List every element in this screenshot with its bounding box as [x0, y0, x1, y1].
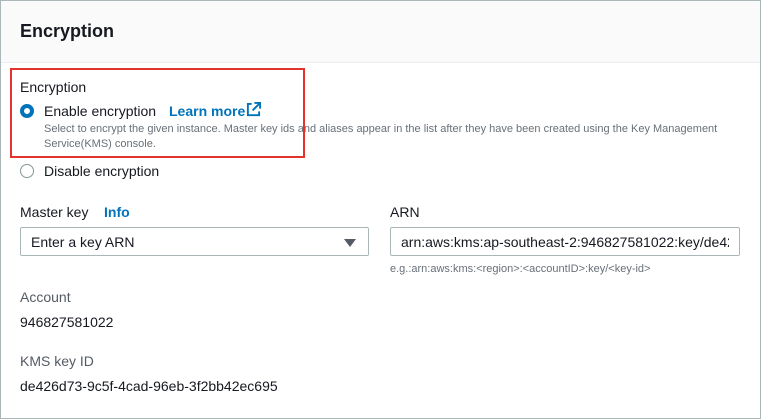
- master-key-info-link[interactable]: Info: [104, 204, 130, 220]
- master-key-select[interactable]: Enter a key ARN: [20, 227, 369, 256]
- arn-label: ARN: [390, 204, 420, 220]
- arn-input[interactable]: [390, 227, 740, 256]
- encryption-description: Select to encrypt the given instance. Ma…: [44, 123, 718, 150]
- encryption-panel: Encryption Encryption Enable encryption …: [0, 0, 761, 419]
- enable-encryption-radio[interactable]: [20, 104, 34, 118]
- panel-title: Encryption: [20, 21, 115, 41]
- enable-encryption-label[interactable]: Enable encryption: [44, 103, 156, 119]
- disable-encryption-label[interactable]: Disable encryption: [44, 163, 159, 179]
- learn-more-link[interactable]: Learn more: [169, 103, 245, 119]
- account-value: 946827581022: [20, 314, 114, 330]
- master-key-label: Master key: [20, 204, 89, 220]
- kms-key-id-label: KMS key ID: [20, 353, 94, 369]
- external-link-icon[interactable]: [246, 102, 261, 117]
- master-key-select-value: Enter a key ARN: [31, 234, 135, 250]
- arn-hint: e.g.:arn:aws:kms:<region>:<accountID>:ke…: [390, 263, 651, 275]
- kms-key-id-value: de426d73-9c5f-4cad-96eb-3f2bb42ec695: [20, 378, 278, 394]
- caret-down-icon: [344, 239, 356, 247]
- encryption-section-label: Encryption: [20, 79, 87, 95]
- account-label: Account: [20, 289, 71, 305]
- panel-header: Encryption: [1, 1, 760, 63]
- disable-encryption-radio[interactable]: [20, 164, 34, 178]
